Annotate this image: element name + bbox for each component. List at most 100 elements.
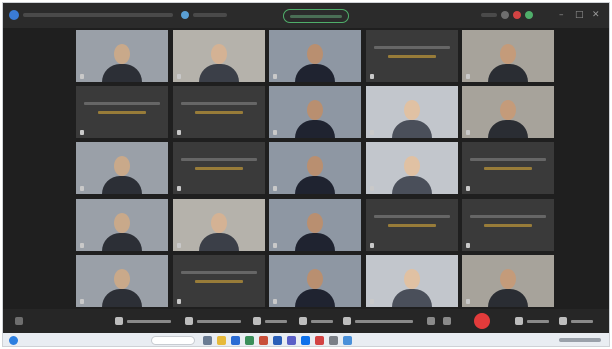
muted-mic-icon bbox=[273, 186, 277, 192]
participant-video-head bbox=[114, 268, 130, 289]
participant-tile[interactable] bbox=[365, 86, 458, 139]
participant-subtitle bbox=[484, 167, 532, 171]
participant-tile[interactable] bbox=[172, 254, 265, 307]
participant-tile[interactable] bbox=[76, 86, 168, 139]
muted-mic-icon bbox=[273, 298, 277, 304]
muted-mic-icon bbox=[466, 130, 470, 136]
participant-tile[interactable] bbox=[76, 254, 168, 307]
muted-mic-icon bbox=[273, 74, 277, 79]
participant-name bbox=[84, 102, 160, 106]
participant-video-body bbox=[295, 176, 335, 195]
taskbar-search[interactable] bbox=[151, 336, 195, 345]
app-icon bbox=[9, 10, 19, 20]
participant-video-body bbox=[488, 288, 528, 307]
participant-subtitle bbox=[387, 55, 436, 58]
participant-tile[interactable] bbox=[269, 198, 361, 251]
os-taskbar bbox=[3, 333, 609, 346]
word-processor-icon[interactable] bbox=[273, 336, 282, 345]
system-tray[interactable] bbox=[559, 338, 601, 342]
participant-tile[interactable] bbox=[172, 86, 265, 139]
spreadsheet-icon[interactable] bbox=[245, 336, 254, 345]
view-label[interactable] bbox=[481, 13, 497, 17]
muted-mic-icon bbox=[80, 186, 84, 192]
emoji-icon[interactable] bbox=[443, 317, 451, 325]
participant-tile[interactable] bbox=[269, 142, 361, 195]
participant-tile[interactable] bbox=[462, 198, 554, 251]
camera-label bbox=[197, 320, 241, 323]
participant-tile[interactable] bbox=[365, 254, 458, 307]
participant-tile[interactable] bbox=[76, 142, 168, 195]
participant-tile[interactable] bbox=[269, 30, 361, 82]
leave-button[interactable] bbox=[474, 313, 490, 329]
share-screen-icon bbox=[253, 317, 261, 325]
participant-video-body bbox=[488, 120, 528, 139]
file-explorer-icon[interactable] bbox=[217, 336, 226, 345]
muted-mic-icon bbox=[176, 74, 181, 79]
participant-grid bbox=[76, 30, 554, 307]
participant-tile[interactable] bbox=[365, 30, 458, 82]
participant-tile[interactable] bbox=[462, 254, 554, 307]
participant-tile[interactable] bbox=[172, 30, 265, 82]
session-chip[interactable] bbox=[283, 9, 349, 23]
chat-app-icon[interactable] bbox=[287, 336, 296, 345]
store-icon[interactable] bbox=[343, 336, 352, 345]
participant-video-head bbox=[307, 212, 323, 233]
settings-icon[interactable] bbox=[329, 336, 338, 345]
participant-tile[interactable] bbox=[76, 198, 168, 251]
participant-tile[interactable] bbox=[365, 142, 458, 195]
participant-tile[interactable] bbox=[462, 86, 554, 139]
participant-tile[interactable] bbox=[269, 86, 361, 139]
participant-video-body bbox=[391, 120, 432, 139]
record-indicator-icon bbox=[513, 11, 521, 19]
layout-icon[interactable] bbox=[501, 11, 509, 19]
muted-mic-icon bbox=[466, 74, 470, 79]
participant-video-head bbox=[307, 44, 323, 64]
participant-video-body bbox=[102, 176, 142, 195]
participant-video-head bbox=[307, 268, 323, 289]
participant-video-head bbox=[114, 44, 130, 64]
info-icon[interactable] bbox=[15, 317, 23, 325]
participant-video-body bbox=[295, 120, 335, 139]
mail-icon[interactable] bbox=[315, 336, 324, 345]
more-icon bbox=[559, 317, 567, 325]
participant-video-body bbox=[102, 232, 142, 251]
participant-name bbox=[470, 158, 546, 162]
participant-tile[interactable] bbox=[365, 198, 458, 251]
participant-video-head bbox=[307, 100, 323, 121]
participant-tile[interactable] bbox=[172, 142, 265, 195]
task-view-icon[interactable] bbox=[203, 336, 212, 345]
camera-icon bbox=[185, 317, 193, 325]
tab-title[interactable] bbox=[193, 13, 227, 17]
start-icon[interactable] bbox=[9, 336, 18, 345]
participant-subtitle bbox=[194, 111, 243, 115]
session-chip-label bbox=[290, 15, 342, 18]
participant-subtitle bbox=[194, 167, 243, 171]
browser-icon[interactable] bbox=[231, 336, 240, 345]
participant-tile[interactable] bbox=[462, 142, 554, 195]
muted-mic-icon bbox=[369, 74, 374, 79]
minimize-icon[interactable]: – bbox=[559, 10, 564, 20]
participant-name bbox=[373, 46, 450, 49]
participant-name bbox=[180, 270, 257, 274]
participant-video-head bbox=[114, 156, 130, 177]
meeting-app-icon[interactable] bbox=[301, 336, 310, 345]
muted-mic-icon bbox=[369, 242, 374, 248]
presentation-icon[interactable] bbox=[259, 336, 268, 345]
participant-tile[interactable] bbox=[269, 254, 361, 307]
participant-video-body bbox=[488, 64, 528, 82]
muted-mic-icon bbox=[466, 298, 470, 304]
close-icon[interactable]: ✕ bbox=[592, 10, 600, 20]
participant-tile[interactable] bbox=[462, 30, 554, 82]
title-bar: – □ ✕ bbox=[3, 3, 609, 28]
security-icon[interactable] bbox=[525, 11, 533, 19]
maximize-icon[interactable]: □ bbox=[575, 10, 584, 20]
participants-label bbox=[527, 320, 549, 323]
participant-video-body bbox=[295, 64, 335, 82]
meeting-toolbar bbox=[3, 309, 609, 333]
participant-tile[interactable] bbox=[172, 198, 265, 251]
muted-mic-icon bbox=[466, 186, 470, 192]
hand-icon[interactable] bbox=[427, 317, 435, 325]
participant-tile[interactable] bbox=[76, 30, 168, 82]
participant-video-head bbox=[114, 212, 130, 233]
muted-mic-icon bbox=[176, 242, 181, 248]
